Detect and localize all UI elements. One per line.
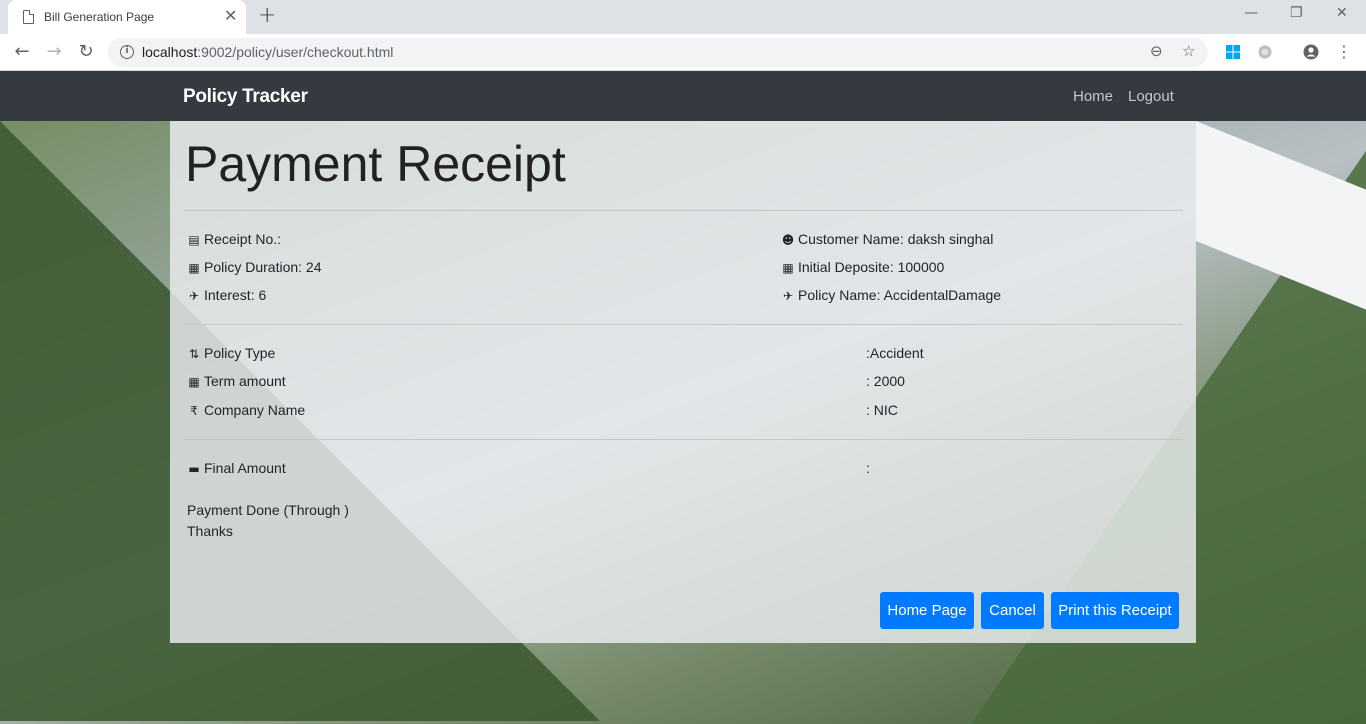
restore-icon[interactable]: ❐: [1290, 5, 1303, 21]
divider: [184, 324, 1183, 325]
rupee-icon: ₹: [190, 404, 198, 418]
page: Policy Tracker Home Logout Payment Recei…: [0, 71, 1366, 724]
navbar: Policy Tracker Home Logout: [0, 71, 1366, 121]
new-tab-icon[interactable]: +: [258, 5, 276, 27]
calendar-icon: ▦: [188, 375, 200, 389]
receipt-no: ▤ Receipt No.:: [188, 231, 282, 247]
page-title: Payment Receipt: [185, 136, 566, 192]
payment-note: Payment Done (Through ): [187, 502, 349, 518]
customer-name: ☻ Customer Name: daksh singhal: [781, 231, 994, 247]
profile-icon[interactable]: [1303, 44, 1319, 60]
sort-icon: ⇅: [188, 347, 200, 361]
policy-type-label: ⇅ Policy Type: [188, 345, 276, 361]
address-bar[interactable]: i localhost:9002/policy/user/checkout.ht…: [108, 38, 1208, 67]
users-icon: ☻: [781, 233, 795, 247]
policy-type-value: :Accident: [866, 345, 924, 361]
reload-icon[interactable]: ↻: [74, 40, 98, 64]
home-page-button[interactable]: Home Page: [880, 592, 974, 629]
browser-toolbar: ← → ↻ i localhost:9002/policy/user/check…: [0, 34, 1366, 71]
extension-icon[interactable]: [1257, 44, 1273, 60]
receipt-icon: ▤: [188, 233, 200, 247]
forward-icon[interactable]: →: [42, 40, 66, 64]
receipt-card: Payment Receipt ▤ Receipt No.: ▦ Policy Du…: [170, 121, 1196, 643]
company-name-value: : NIC: [866, 402, 898, 418]
cancel-button[interactable]: Cancel: [981, 592, 1044, 629]
star-icon[interactable]: ☆: [1182, 42, 1195, 60]
calendar-icon: ▦: [188, 261, 200, 275]
calendar-icon: ▦: [782, 261, 794, 275]
page-icon: [23, 10, 34, 24]
term-amount-label: ▦ Term amount: [188, 373, 286, 389]
divider: [184, 210, 1183, 211]
nav-home-link[interactable]: Home: [1073, 88, 1113, 105]
final-amount-value: :: [866, 460, 870, 476]
info-icon[interactable]: i: [120, 45, 134, 59]
policy-name: ✈ Policy Name: AccidentalDamage: [782, 287, 1002, 303]
initial-deposit: ▦ Initial Deposite: 100000: [782, 259, 945, 275]
plane-departure-icon: ✈: [188, 289, 200, 303]
browser-tabstrip: Bill Generation Page ✕ + — ❐ ✕: [0, 0, 1366, 34]
print-receipt-button[interactable]: Print this Receipt: [1051, 592, 1179, 629]
brand-logo[interactable]: Policy Tracker: [183, 86, 308, 108]
final-amount-label: ▬ Final Amount: [188, 460, 286, 476]
interest: ✈ Interest: 6: [188, 287, 267, 303]
url-text[interactable]: localhost:9002/policy/user/checkout.html: [142, 44, 393, 60]
back-icon[interactable]: ←: [10, 40, 34, 64]
windows-extension-icon[interactable]: [1225, 44, 1241, 60]
policy-duration: ▦ Policy Duration: 24: [188, 259, 322, 275]
minimize-icon[interactable]: —: [1244, 5, 1258, 21]
company-name-label: ₹ Company Name: [187, 402, 305, 418]
zoom-icon[interactable]: ⊖: [1150, 42, 1163, 60]
browser-tab[interactable]: Bill Generation Page ✕: [8, 0, 246, 34]
thanks-text: Thanks: [187, 523, 233, 539]
divider: [184, 439, 1183, 440]
tab-title: Bill Generation Page: [44, 10, 155, 24]
nav-logout-link[interactable]: Logout: [1128, 88, 1174, 105]
close-tab-icon[interactable]: ✕: [224, 7, 237, 25]
money-bill-icon: ▬: [188, 462, 200, 476]
menu-icon[interactable]: ⋮: [1332, 40, 1356, 64]
plane-arrival-icon: ✈: [782, 289, 794, 303]
term-amount-value: : 2000: [866, 373, 905, 389]
close-window-icon[interactable]: ✕: [1336, 5, 1348, 21]
